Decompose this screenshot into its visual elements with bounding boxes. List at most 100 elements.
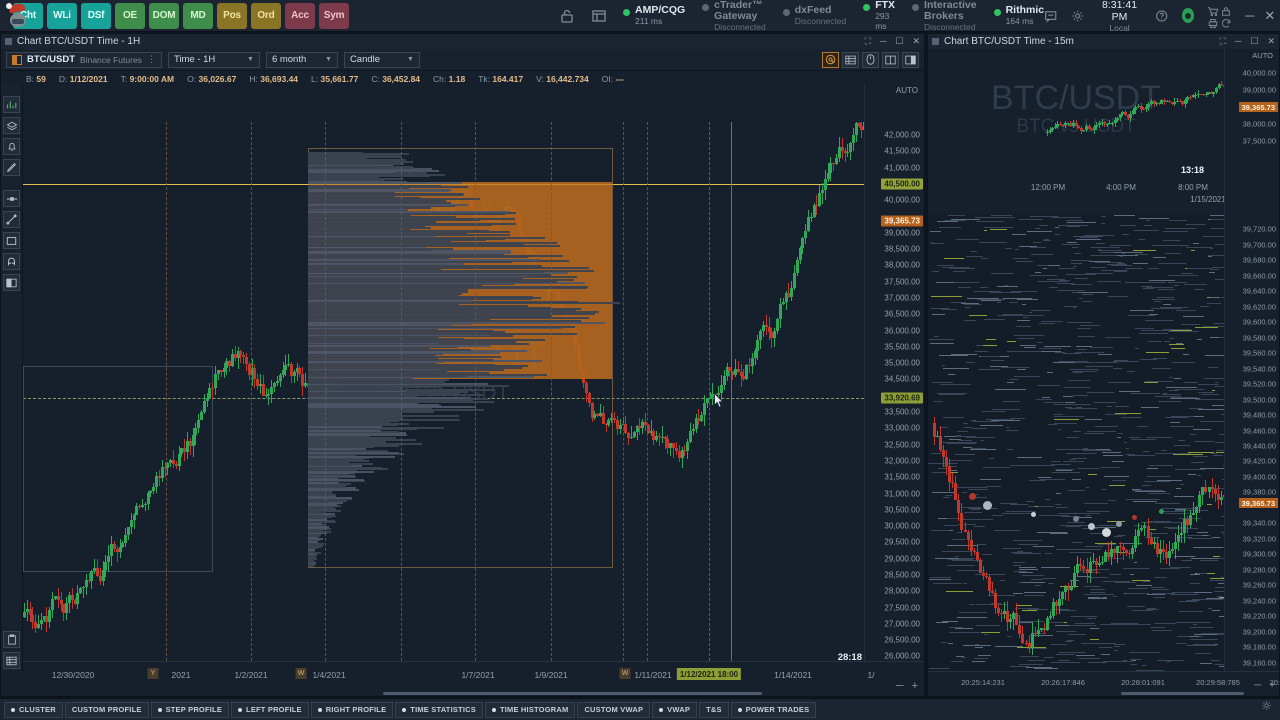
cart-icon[interactable] (1207, 4, 1219, 17)
module-button-ord[interactable]: Ord (251, 2, 281, 29)
zoom-in-button[interactable]: + (912, 680, 918, 692)
at-sign-icon[interactable] (822, 51, 839, 68)
lock-small-icon[interactable] (1220, 4, 1232, 16)
tab-left-profile[interactable]: LEFT PROFILE (231, 701, 309, 718)
footprint-chart-canvas[interactable] (928, 214, 1224, 671)
connection-dxfeed[interactable]: dxFeed Disconnected (782, 5, 846, 26)
tab-cluster[interactable]: CLUSTER (4, 701, 63, 718)
maximize-button[interactable]: ☐ (895, 36, 903, 47)
main-time-axis[interactable]: 28:18 ─ + 12/30/2020 1/2/2021 1/7/2021 1/9/… (23, 652, 924, 696)
timeframe-selector[interactable]: Time - 1H ▼ (167, 51, 260, 68)
module-button-pos[interactable]: Pos (217, 2, 247, 29)
crosshair-time-label[interactable]: 1/12/2021 18:00 (676, 668, 742, 680)
price-label-crosshair[interactable]: 33,920.69 (881, 392, 923, 404)
footprint-time-tick: 20:35: (1269, 678, 1280, 687)
settings-gear-icon[interactable] (1261, 698, 1272, 716)
clipboard-icon[interactable] (3, 631, 20, 648)
rectangle-icon[interactable] (3, 232, 20, 249)
footprint-volume-bar (962, 492, 967, 494)
expand-button[interactable]: ⛶ (865, 36, 871, 47)
tab-right-profile[interactable]: RIGHT PROFILE (310, 701, 394, 718)
tab-vwap[interactable]: VWAP (652, 701, 698, 718)
secondary-auto-label[interactable]: AUTO (1252, 51, 1273, 60)
period-selector[interactable]: 6 month ▼ (265, 51, 338, 68)
table-icon[interactable] (842, 51, 859, 68)
connection-amp-cqg[interactable]: AMP/CQG 211 ms (623, 5, 685, 26)
footprint-price-tick: 39,500.00 (1242, 395, 1276, 405)
tab-t-s[interactable]: T&S (699, 701, 729, 718)
workspace-icon[interactable] (591, 8, 607, 24)
horizontal-line-icon[interactable] (3, 190, 20, 207)
alert-bell-icon[interactable] (3, 138, 20, 155)
minimize-button[interactable]: ─ (1245, 8, 1254, 23)
avatar[interactable] (1181, 8, 1195, 23)
help-icon[interactable] (1155, 8, 1168, 24)
module-button-md[interactable]: MD (183, 2, 213, 29)
module-button-dom[interactable]: DOM (149, 2, 179, 29)
connection-ctrader-gateway[interactable]: cTrader™ Gateway Disconnected (702, 0, 766, 32)
secondary-overview-time-axis[interactable]: 13:18 12:00 PM 4:00 PM 8:00 PM 1/15/2021 (928, 165, 1226, 204)
main-chart-canvas[interactable]: BTC/USDT BTC vs USDT 2,997,907.231 Volum… (23, 122, 864, 661)
module-button-acc[interactable]: Acc (285, 2, 315, 29)
template-icon[interactable] (3, 274, 20, 291)
footprint-volume-bar (1056, 654, 1075, 656)
chat-icon[interactable] (1044, 8, 1057, 24)
footprint-volume-bar (983, 230, 988, 232)
refresh-icon[interactable] (1220, 16, 1232, 28)
price-label-last[interactable]: 39,365.73 (881, 215, 923, 227)
horizontal-scrollbar[interactable] (383, 692, 762, 695)
overview-price-label[interactable]: 39,365.73 (1238, 102, 1278, 112)
tab-power-trades[interactable]: POWER TRADES (730, 701, 817, 718)
price-label-order[interactable]: 40,500.00 (881, 178, 923, 190)
maximize-button[interactable]: ☐ (1250, 36, 1258, 47)
gear-icon[interactable] (1071, 8, 1084, 24)
indicator-icon[interactable] (3, 96, 20, 113)
lock-icon[interactable] (559, 8, 575, 24)
connection-rithmic[interactable]: Rithmic 164 ms (993, 5, 1044, 26)
connection-ftx[interactable]: FTX 293 ms (863, 0, 895, 31)
footprint-volume-bar (1138, 238, 1145, 240)
zoom-out-button[interactable]: ─ (896, 680, 904, 692)
main-price-axis[interactable]: AUTO 42,000.00 41,500.00 41,000.00 40,000.0… (864, 84, 924, 661)
tab-time-histogram[interactable]: TIME HISTOGRAM (484, 701, 576, 718)
minimize-button[interactable]: ─ (1235, 36, 1241, 47)
magnet-icon[interactable] (3, 253, 20, 270)
tab-step-profile[interactable]: STEP PROFILE (150, 701, 230, 718)
secondary-horizontal-scrollbar[interactable] (1121, 692, 1244, 695)
expand-button[interactable]: ⛶ (1220, 36, 1226, 47)
print-icon[interactable] (1207, 16, 1219, 29)
charttype-selector[interactable]: Candle ▼ (343, 51, 420, 68)
symbol-icon (12, 54, 22, 65)
tab-time-statistics[interactable]: TIME STATISTICS (395, 701, 483, 718)
tab-custom-profile[interactable]: CUSTOM PROFILE (64, 701, 149, 718)
secondary-price-axis[interactable]: AUTO 40,000.0039,000.0038,500.0038,000.0… (1224, 49, 1279, 671)
footprint-volume-bar (1210, 659, 1220, 661)
close-button[interactable]: ✕ (1264, 8, 1275, 24)
minimize-button[interactable]: ─ (880, 36, 886, 47)
mouse-icon[interactable] (862, 51, 879, 68)
module-button-wli[interactable]: WLi (47, 2, 77, 29)
module-button-oe[interactable]: OE (115, 2, 145, 29)
price-axis-auto-label[interactable]: AUTO (896, 86, 918, 95)
symbol-selector[interactable]: BTC/USDT Binance Futures ⋮ (6, 51, 162, 68)
layers-icon[interactable] (3, 117, 20, 134)
footprint-price-label[interactable]: 39,365.73 (1238, 498, 1278, 509)
footprint-volume-bar (993, 291, 1002, 293)
secondary-chart-overview[interactable]: BTC/USDT BTC vs USDT (928, 49, 1224, 177)
close-button[interactable]: ✕ (1267, 36, 1275, 47)
list-icon[interactable] (3, 652, 20, 669)
connection-interactive-brokers[interactable]: Interactive Brokers Disconnected (912, 0, 977, 32)
module-button-sym[interactable]: Sym (319, 2, 349, 29)
close-button[interactable]: ✕ (912, 36, 920, 47)
pencil-icon[interactable] (3, 159, 20, 176)
module-button-dsf[interactable]: DSf (81, 2, 111, 29)
footprint-volume-bar (1067, 489, 1085, 491)
tab-custom-vwap[interactable]: CUSTOM VWAP (577, 701, 651, 718)
footprint-volume-bar (977, 544, 987, 546)
zoom-out-button[interactable]: ─ (1254, 680, 1261, 691)
layout-icon[interactable] (902, 51, 919, 68)
symbol-menu-icon[interactable]: ⋮ (147, 54, 156, 65)
trend-line-icon[interactable] (3, 211, 20, 228)
footprint-time-axis[interactable]: ─ + 20:25:14:231 20:26:17:846 20:28:01:091… (928, 671, 1280, 696)
book-icon[interactable] (882, 51, 899, 68)
